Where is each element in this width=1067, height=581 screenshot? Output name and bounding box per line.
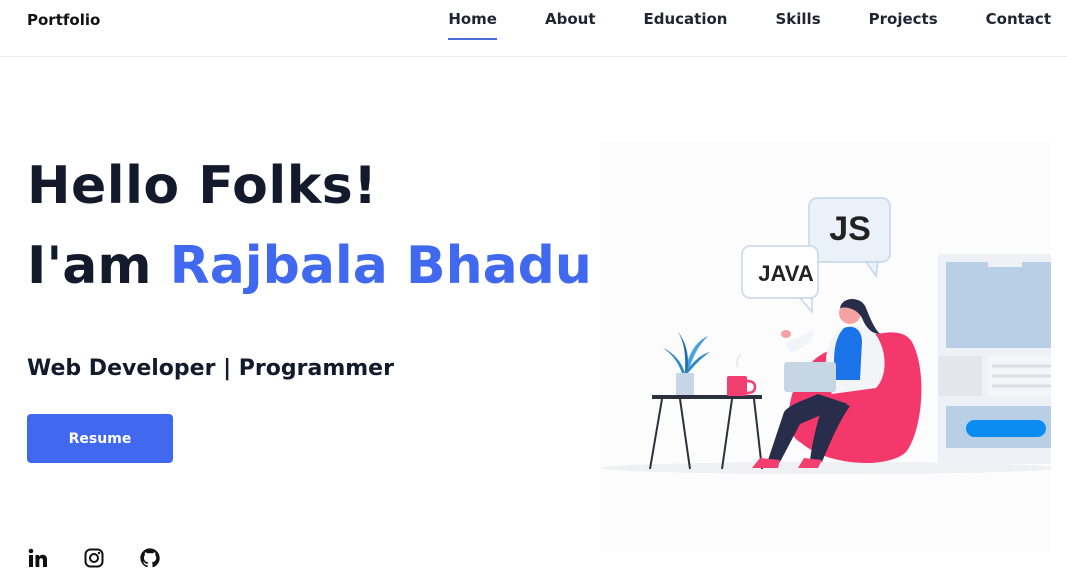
greeting-heading: Hello Folks! [27,156,378,216]
java-bubble-text: JAVA [758,261,814,286]
laptop [784,362,836,392]
nav-link-projects[interactable]: Projects [869,10,938,40]
linkedin-link[interactable] [27,547,49,569]
instagram-icon [84,548,104,568]
github-link[interactable] [139,547,161,569]
nav-link-home[interactable]: Home [448,10,497,40]
plant-leaf [663,348,685,373]
intro-heading: I'am Rajbala Bhadu [27,222,592,310]
nav-link-education[interactable]: Education [644,10,728,40]
developer-name: Rajbala Bhadu [169,236,592,296]
nav-links: Home About Education Skills Projects Con… [400,10,1051,40]
instagram-link[interactable] [83,547,105,569]
linkedin-icon [28,548,47,567]
coffee-mug [727,376,747,396]
github-icon [140,548,160,568]
navbar: Portfolio Home About Education Skills Pr… [0,0,1067,57]
screen-block [938,356,982,396]
nav-link-skills[interactable]: Skills [775,10,820,40]
js-bubble-text: JS [829,210,871,248]
social-links [27,547,161,569]
intro-prefix: I'am [27,236,152,296]
hero-illustration: JS JAVA [600,142,1058,552]
screen-button [966,420,1046,437]
nav-link-contact[interactable]: Contact [986,10,1051,40]
brand-logo[interactable]: Portfolio [27,11,100,29]
plant-pot [676,373,694,395]
developer-illustration: JS JAVA [602,197,1058,474]
role-subtitle: Web Developer | Programmer [27,356,394,381]
hero-heading: Hello Folks! I'am Rajbala Bhadu [27,150,592,310]
screen-panel [946,262,1051,348]
screen-notch [988,258,1022,267]
resume-button[interactable]: Resume [27,414,173,463]
nav-link-about[interactable]: About [545,10,596,40]
